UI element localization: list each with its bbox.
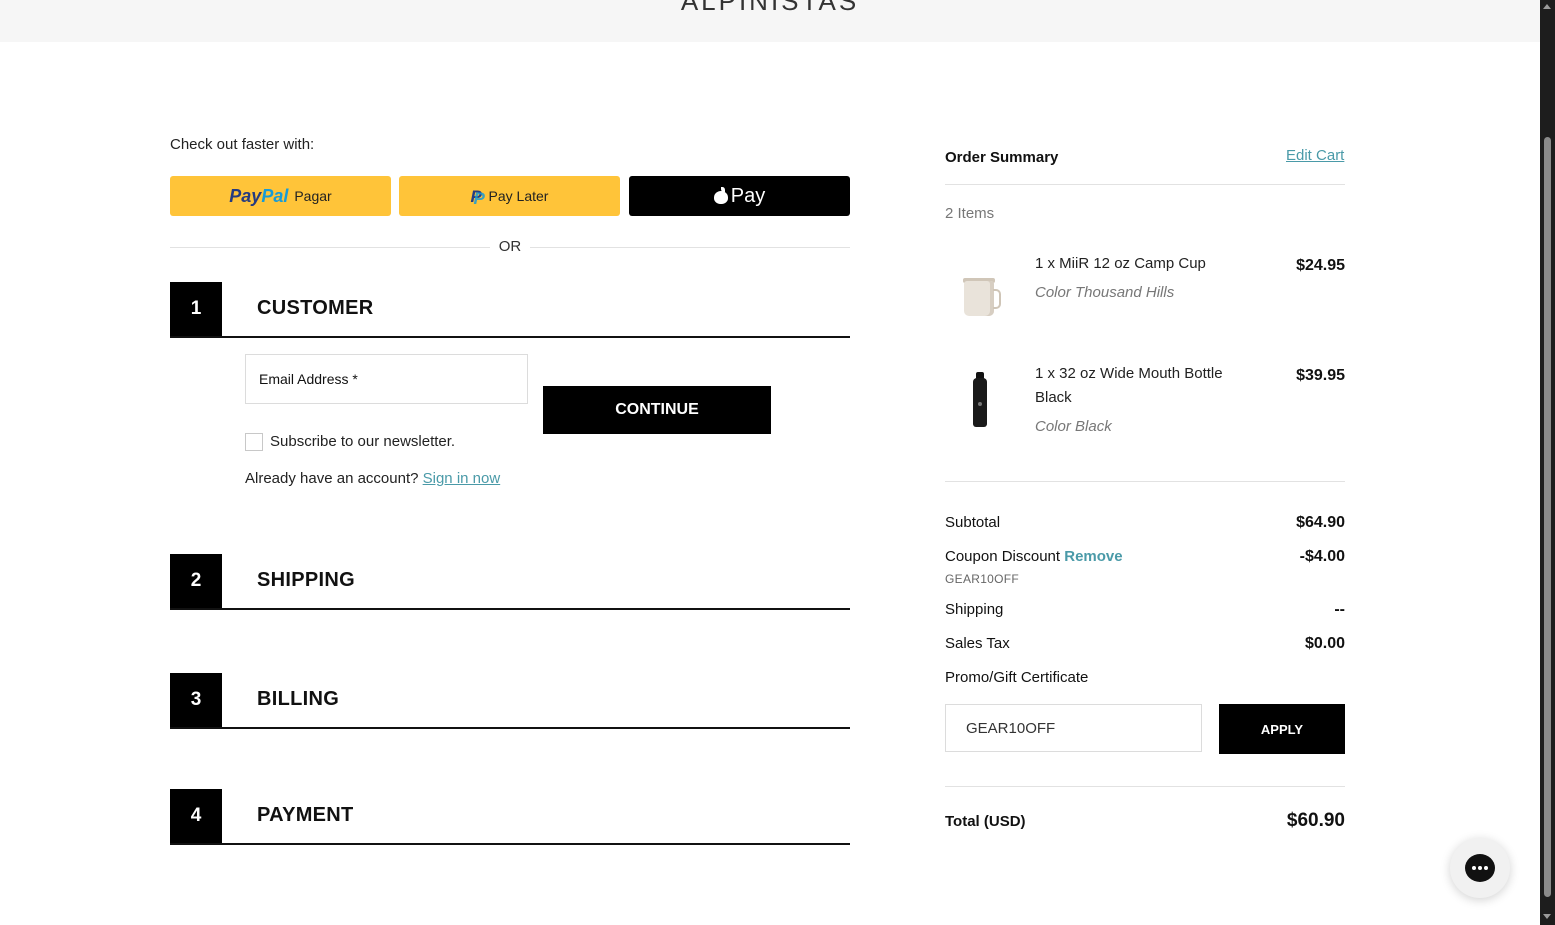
paypal-pay-later-button[interactable]: P P Pay Later <box>399 176 620 216</box>
email-field-label: Email Address * <box>259 371 358 387</box>
express-checkout-label: Check out faster with: <box>170 136 315 153</box>
step-number: 2 <box>170 554 222 608</box>
edit-cart-link[interactable]: Edit Cart <box>1286 147 1344 164</box>
apple-pay-label: Pay <box>730 184 766 207</box>
step-number: 1 <box>170 282 222 336</box>
newsletter-label: Subscribe to our newsletter. <box>270 433 456 450</box>
email-field[interactable]: Email Address * <box>245 354 528 404</box>
step-customer: 1 CUSTOMER <box>170 282 850 338</box>
shipping-value: -- <box>1334 601 1345 618</box>
step-title: SHIPPING <box>257 569 355 591</box>
subtotal-label: Subtotal <box>945 514 1001 531</box>
step-number: 3 <box>170 673 222 727</box>
step-shipping[interactable]: 2 SHIPPING <box>170 554 850 610</box>
coupon-code: GEAR10OFF <box>945 572 1020 586</box>
chat-bubble-icon <box>1465 854 1495 882</box>
or-text: OR <box>490 238 530 255</box>
coupon-remove-link[interactable]: Remove <box>1064 548 1122 565</box>
pay-later-label: Pay Later <box>488 188 549 204</box>
total-value: $60.90 <box>1286 810 1345 831</box>
apple-pay-button[interactable]: Pay <box>629 176 850 216</box>
promo-code-input[interactable]: GEAR10OFF <box>945 704 1202 752</box>
sales-tax-label: Sales Tax <box>945 635 1010 652</box>
paypal-p-icon: P P <box>470 186 485 208</box>
apply-button[interactable]: APPLY <box>1219 704 1345 754</box>
promo-label: Promo/Gift Certificate <box>945 669 1089 686</box>
product-name: 1 x 32 oz Wide Mouth Bottle Black <box>1035 365 1223 406</box>
scroll-up-icon[interactable] <box>1543 4 1551 9</box>
total-label: Total (USD) <box>945 813 1026 830</box>
paypal-button[interactable]: PayPal Pagar <box>170 176 391 216</box>
store-logo[interactable]: ALPINISTAS <box>0 0 1540 17</box>
paypal-sub-label: Pagar <box>294 188 332 204</box>
coupon-row: Coupon Discount Remove <box>945 548 1123 565</box>
product-price: $39.95 <box>1296 367 1345 384</box>
product-color: Color Black <box>1035 418 1112 435</box>
scroll-thumb[interactable] <box>1544 137 1551 897</box>
account-prompt: Already have an account? Sign in now <box>245 470 500 487</box>
summary-divider <box>945 481 1345 482</box>
step-number: 4 <box>170 789 222 843</box>
product-name: 1 x MiiR 12 oz Camp Cup <box>1035 255 1206 272</box>
coupon-value: -$4.00 <box>1299 548 1345 565</box>
continue-button[interactable]: CONTINUE <box>543 386 771 434</box>
scroll-down-icon[interactable] <box>1543 914 1551 919</box>
summary-divider <box>945 786 1345 787</box>
order-summary-title: Order Summary <box>945 149 1059 166</box>
camp-cup-image[interactable] <box>962 278 1001 318</box>
apple-icon <box>713 187 728 204</box>
paypal-icon: PayPal <box>229 186 288 207</box>
newsletter-checkbox[interactable] <box>245 433 263 451</box>
product-price: $24.95 <box>1296 257 1345 274</box>
step-title: BILLING <box>257 688 340 710</box>
paypal-brand-b: Pal <box>261 185 289 206</box>
chat-button[interactable] <box>1450 838 1510 898</box>
sign-in-link[interactable]: Sign in now <box>423 470 501 487</box>
step-payment[interactable]: 4 PAYMENT <box>170 789 850 845</box>
paypal-brand-a: Pay <box>229 185 262 206</box>
product-color: Color Thousand Hills <box>1035 284 1175 301</box>
account-prompt-text: Already have an account? <box>245 470 419 487</box>
step-title: PAYMENT <box>257 804 354 826</box>
subtotal-value: $64.90 <box>1296 514 1345 531</box>
coupon-label: Coupon Discount <box>945 548 1061 565</box>
step-title: CUSTOMER <box>257 297 374 319</box>
step-billing[interactable]: 3 BILLING <box>170 673 850 729</box>
items-count: 2 Items <box>945 205 995 222</box>
sales-tax-value: $0.00 <box>1304 635 1345 652</box>
site-header: ALPINISTAS <box>0 0 1540 42</box>
bottle-image[interactable] <box>972 372 988 428</box>
page-scrollbar[interactable] <box>1540 0 1555 925</box>
summary-divider <box>945 184 1345 185</box>
shipping-label: Shipping <box>945 601 1004 618</box>
